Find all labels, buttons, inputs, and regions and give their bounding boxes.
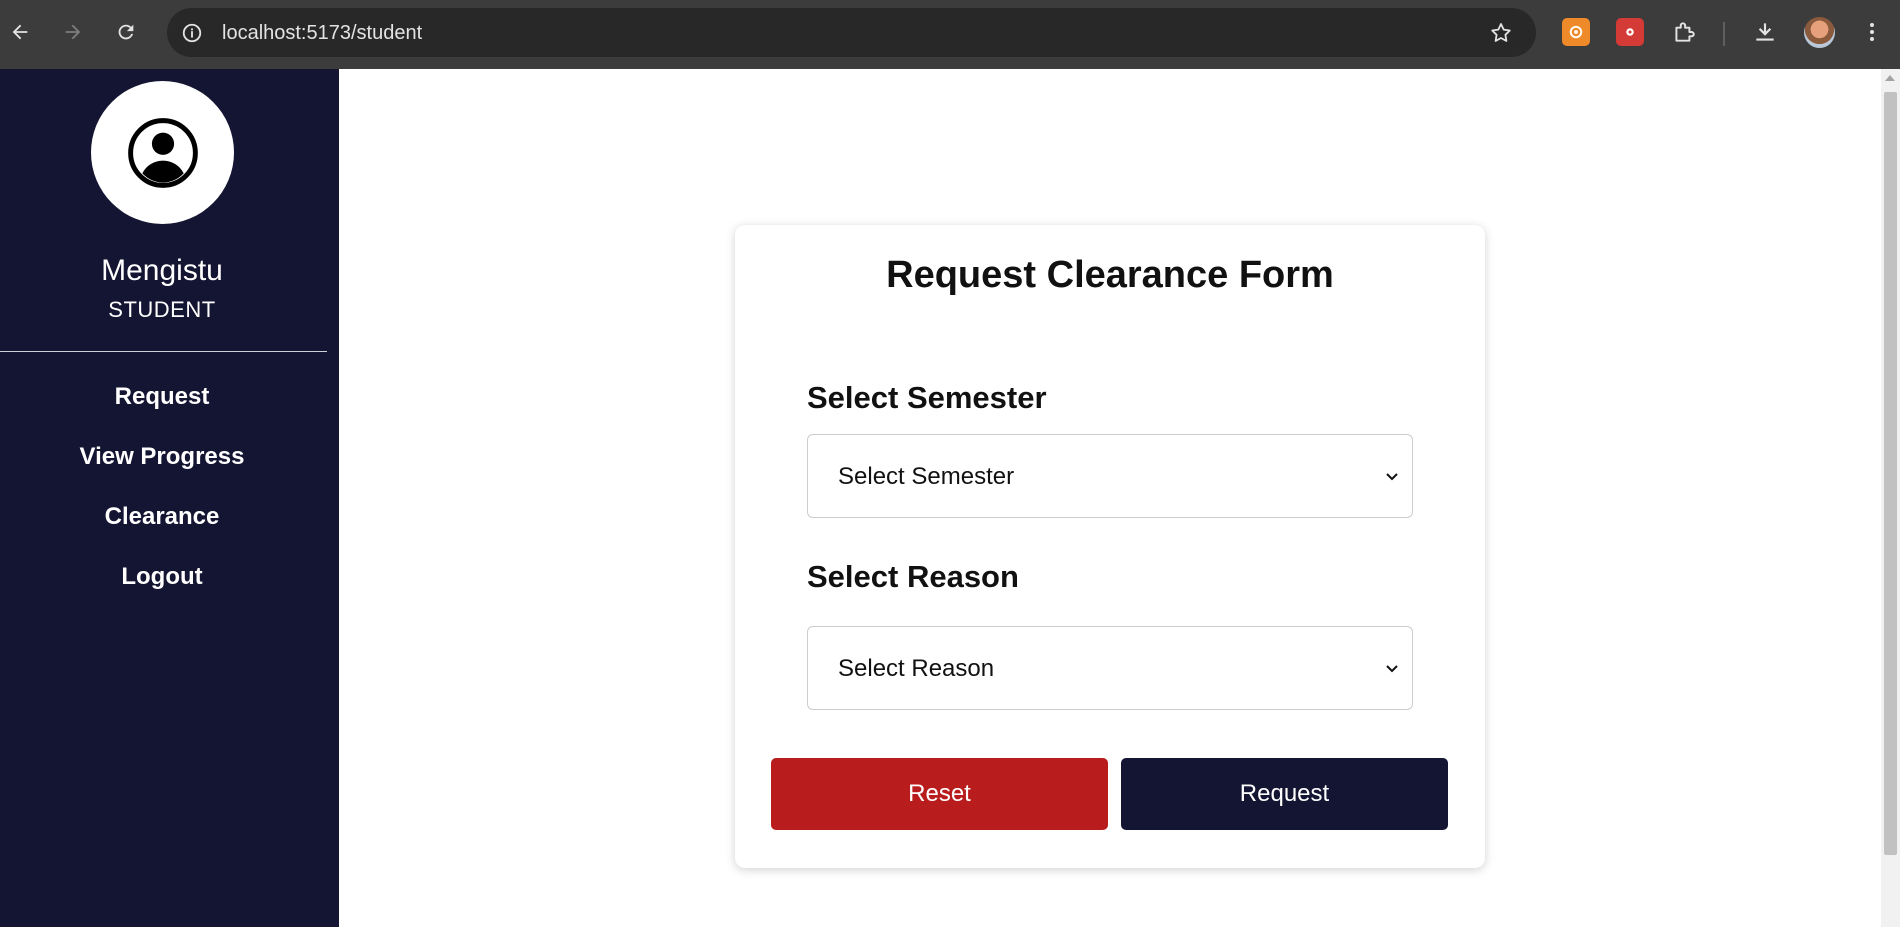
scrollbar-thumb[interactable] (1884, 92, 1897, 855)
profile-avatar-icon[interactable] (1804, 17, 1835, 48)
reason-select-value: Select Reason (838, 655, 995, 682)
semester-label: Select Semester (807, 380, 1047, 415)
reason-select[interactable]: Select Reason (807, 626, 1413, 710)
request-clearance-card: Request Clearance Form Select Semester S… (735, 225, 1485, 868)
more-menu-icon[interactable] (1858, 18, 1886, 46)
chevron-down-icon (1386, 665, 1398, 673)
browser-toolbar: localhost:5173/student (0, 0, 1900, 69)
sidebar-item-request[interactable]: Request (0, 383, 324, 411)
avatar (91, 81, 234, 224)
extensions-puzzle-icon[interactable] (1670, 18, 1698, 46)
main-content: Request Clearance Form Select Semester S… (339, 69, 1881, 927)
back-icon[interactable] (5, 17, 35, 47)
user-name: Mengistu (101, 254, 223, 287)
reset-button[interactable]: Reset (771, 758, 1108, 830)
scroll-up-arrow-icon[interactable] (1885, 75, 1895, 81)
address-url[interactable]: localhost:5173/student (222, 22, 422, 45)
forward-icon[interactable] (58, 17, 88, 47)
user-role: STUDENT (108, 297, 216, 322)
reload-icon[interactable] (111, 17, 141, 47)
semester-select[interactable]: Select Semester (807, 434, 1413, 518)
site-info-icon[interactable] (179, 20, 205, 46)
chevron-down-icon (1386, 473, 1398, 481)
toolbar-divider (1723, 22, 1725, 46)
scrollbar[interactable] (1881, 69, 1900, 927)
page-title: Request Clearance Form (886, 254, 1334, 296)
request-button[interactable]: Request (1121, 758, 1448, 830)
sidebar-item-clearance[interactable]: Clearance (0, 503, 324, 531)
extension-red-icon[interactable] (1616, 18, 1644, 46)
address-bar[interactable]: localhost:5173/student (167, 8, 1536, 57)
extension-orange-icon[interactable] (1562, 18, 1590, 46)
sidebar: Mengistu STUDENT Request View Progress C… (0, 69, 339, 927)
reason-label: Select Reason (807, 559, 1019, 594)
sidebar-item-view-progress[interactable]: View Progress (0, 443, 324, 471)
download-icon[interactable] (1751, 18, 1779, 46)
bookmark-star-icon[interactable] (1487, 19, 1515, 47)
semester-select-value: Select Semester (838, 463, 1015, 490)
sidebar-item-logout[interactable]: Logout (0, 563, 324, 591)
user-circle-icon (127, 117, 198, 188)
sidebar-divider (0, 351, 327, 352)
